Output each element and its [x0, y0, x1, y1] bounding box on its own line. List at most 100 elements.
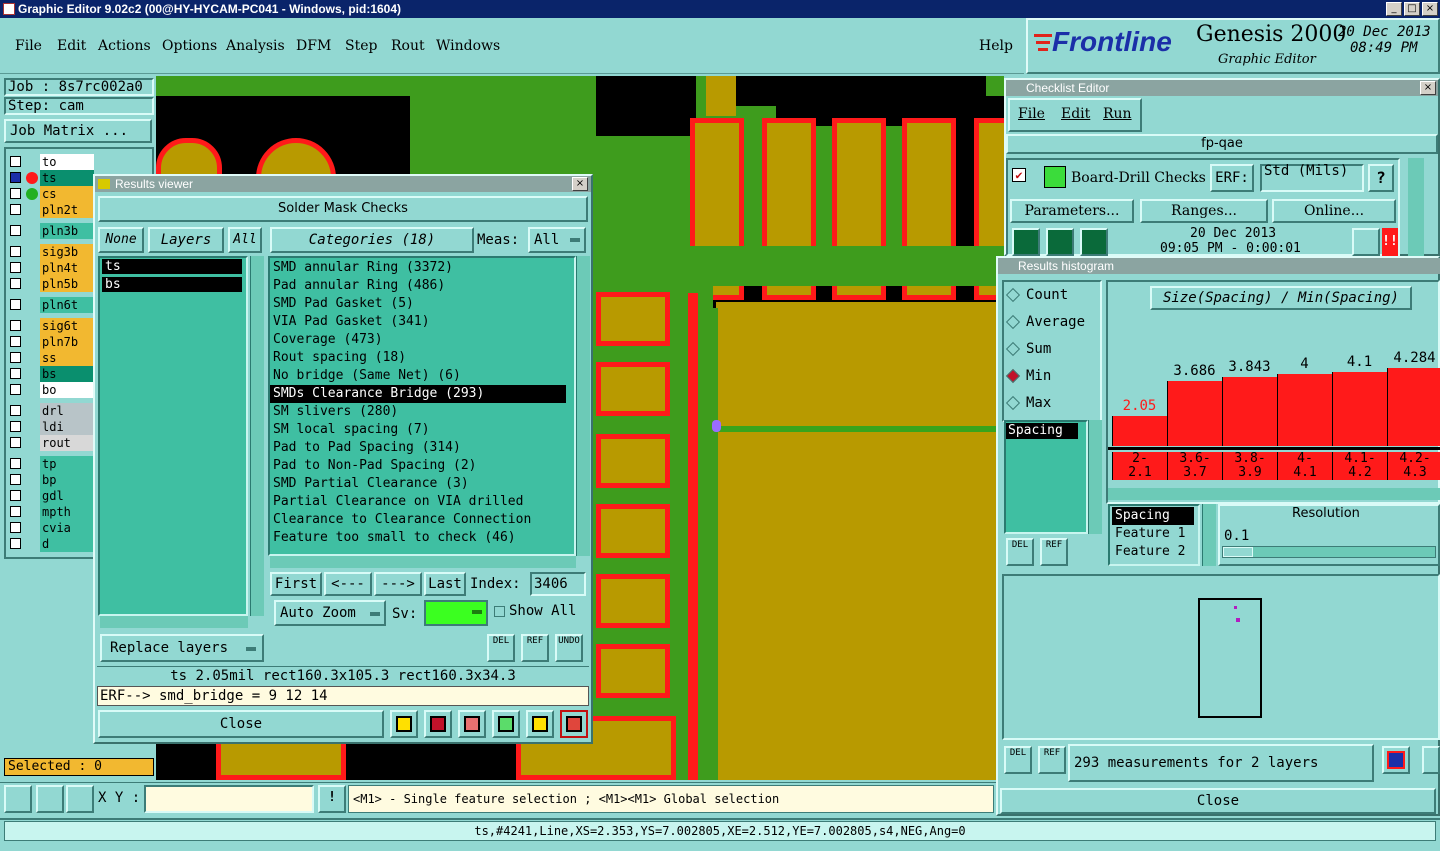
category-list-scrollbar[interactable]: [576, 256, 590, 556]
erf-value[interactable]: Std (Mils): [1260, 164, 1364, 192]
menu-edit[interactable]: Edit: [57, 38, 86, 54]
last-button[interactable]: Last: [424, 572, 466, 596]
layer-checkbox[interactable]: [10, 437, 21, 448]
xy-input[interactable]: [144, 785, 314, 813]
histogram-close-button[interactable]: Close: [1000, 788, 1436, 814]
category-item[interactable]: SMD Pad Gasket (5): [270, 295, 566, 313]
select-tool-icon[interactable]: [4, 785, 32, 813]
mode-label-min[interactable]: Min: [1026, 368, 1051, 384]
menu-help[interactable]: Help: [979, 38, 1013, 54]
layer-row-pln5b[interactable]: pln5b: [8, 276, 94, 292]
layers-button[interactable]: Layers: [148, 227, 224, 253]
sv-color-dropdown[interactable]: [424, 600, 488, 626]
meas-dropdown[interactable]: All: [528, 227, 586, 253]
menu-windows[interactable]: Windows: [436, 38, 500, 54]
prev-button[interactable]: <---: [324, 572, 372, 596]
layer-row-ss[interactable]: ss: [8, 350, 94, 366]
menu-actions[interactable]: Actions: [98, 38, 151, 54]
measure-list-scrollbar[interactable]: [1202, 504, 1216, 566]
layer-row-cvia[interactable]: cvia: [8, 520, 94, 536]
category-item[interactable]: Feature too small to check (46): [270, 529, 566, 547]
count-icon[interactable]: [492, 710, 520, 738]
layer-list-item[interactable]: bs: [102, 277, 242, 292]
layer-list-hscrollbar[interactable]: [100, 616, 248, 628]
grid-tool-icon[interactable]: [66, 785, 94, 813]
parameters-button[interactable]: Parameters...: [1010, 199, 1134, 223]
histogram-list-item[interactable]: Spacing: [1006, 423, 1078, 439]
histogram-bar[interactable]: [1277, 374, 1332, 446]
resolution-slider[interactable]: [1222, 546, 1436, 558]
menu-file[interactable]: File: [15, 38, 42, 54]
checklist-menu-edit[interactable]: Edit: [1061, 106, 1090, 122]
results-close-button[interactable]: Close: [98, 710, 384, 738]
layer-row-cs[interactable]: cs: [8, 186, 94, 202]
category-item[interactable]: SM slivers (280): [270, 403, 566, 421]
layer-row-ts[interactable]: ts: [8, 170, 94, 186]
layer-checkbox[interactable]: [10, 172, 21, 183]
job-matrix-button[interactable]: Job Matrix ...: [4, 119, 152, 143]
category-item[interactable]: No bridge (Same Net) (6): [270, 367, 566, 385]
layer-checkbox[interactable]: [10, 384, 21, 395]
layer-row-gdl[interactable]: gdl: [8, 488, 94, 504]
mode-label-sum[interactable]: Sum: [1026, 341, 1051, 357]
layer-list-scrollbar[interactable]: [250, 256, 264, 616]
hist-del-button[interactable]: DEL: [1006, 538, 1034, 566]
measure-list-item[interactable]: Feature 2: [1112, 543, 1194, 561]
layer-row-bs[interactable]: bs: [8, 366, 94, 382]
report-icon[interactable]: [526, 710, 554, 738]
layer-row-pln6t[interactable]: pln6t: [8, 297, 94, 313]
layer-row-pln4t[interactable]: pln4t: [8, 260, 94, 276]
category-item[interactable]: SMDs Clearance Bridge (293): [270, 385, 566, 403]
category-item[interactable]: Pad to Pad Spacing (314): [270, 439, 566, 457]
online-button[interactable]: Online...: [1272, 199, 1396, 223]
menu-rout[interactable]: Rout: [391, 38, 425, 54]
layer-checkbox[interactable]: [10, 188, 21, 199]
histogram-hscrollbar[interactable]: [1108, 488, 1440, 500]
menu-analysis[interactable]: Analysis: [226, 38, 285, 54]
layer-checkbox[interactable]: [10, 352, 21, 363]
locate-icon[interactable]: [424, 710, 452, 738]
layer-checkbox[interactable]: [10, 474, 21, 485]
run-icon[interactable]: [1012, 228, 1040, 256]
show-all-checkbox[interactable]: [494, 606, 505, 617]
zoom-icon[interactable]: [1352, 228, 1380, 256]
all-button[interactable]: All: [228, 227, 262, 253]
none-button[interactable]: None: [98, 227, 144, 253]
mode-label-count[interactable]: Count: [1026, 287, 1068, 303]
layer-checkbox[interactable]: [10, 320, 21, 331]
checklist-close-icon[interactable]: ×: [1420, 81, 1436, 95]
layer-list-item[interactable]: ts: [102, 259, 242, 274]
index-input[interactable]: 3406: [530, 572, 586, 596]
category-item[interactable]: SM local spacing (7): [270, 421, 566, 439]
first-button[interactable]: First: [270, 572, 322, 596]
action-checkbox[interactable]: ✔: [1012, 168, 1026, 182]
layer-row-pln3b[interactable]: pln3b: [8, 223, 94, 239]
menu-dfm[interactable]: DFM: [296, 38, 331, 54]
measure-tool-icon[interactable]: [36, 785, 64, 813]
layer-checkbox[interactable]: [10, 522, 21, 533]
mode-label-max[interactable]: Max: [1026, 395, 1051, 411]
layer-row-sig3b[interactable]: sig3b: [8, 244, 94, 260]
layer-checkbox[interactable]: [10, 458, 21, 469]
histogram-bar[interactable]: [1332, 372, 1387, 446]
layer-row-to[interactable]: to: [8, 154, 94, 170]
checklist-scrollbar[interactable]: [1408, 158, 1424, 256]
layer-checkbox[interactable]: [10, 490, 21, 501]
layer-checkbox[interactable]: [10, 538, 21, 549]
layer-checkbox[interactable]: [10, 246, 21, 257]
menu-options[interactable]: Options: [162, 38, 217, 54]
layer-checkbox[interactable]: [10, 506, 21, 517]
undo-button[interactable]: UNDO: [555, 634, 583, 662]
layer-checkbox[interactable]: [10, 421, 21, 432]
layer-row-bp[interactable]: bp: [8, 472, 94, 488]
histogram-bar[interactable]: [1167, 381, 1222, 446]
measure-list-item[interactable]: Spacing: [1112, 507, 1194, 525]
category-item[interactable]: SMD Partial Clearance (3): [270, 475, 566, 493]
checklist-menu-file[interactable]: File: [1018, 106, 1045, 122]
maximize-button[interactable]: □: [1404, 2, 1420, 16]
layer-row-ldi[interactable]: ldi: [8, 419, 94, 435]
layer-checkbox[interactable]: [10, 405, 21, 416]
layer-checkbox[interactable]: [10, 204, 21, 215]
histogram-bar[interactable]: [1112, 416, 1167, 446]
layer-row-bo[interactable]: bo: [8, 382, 94, 398]
